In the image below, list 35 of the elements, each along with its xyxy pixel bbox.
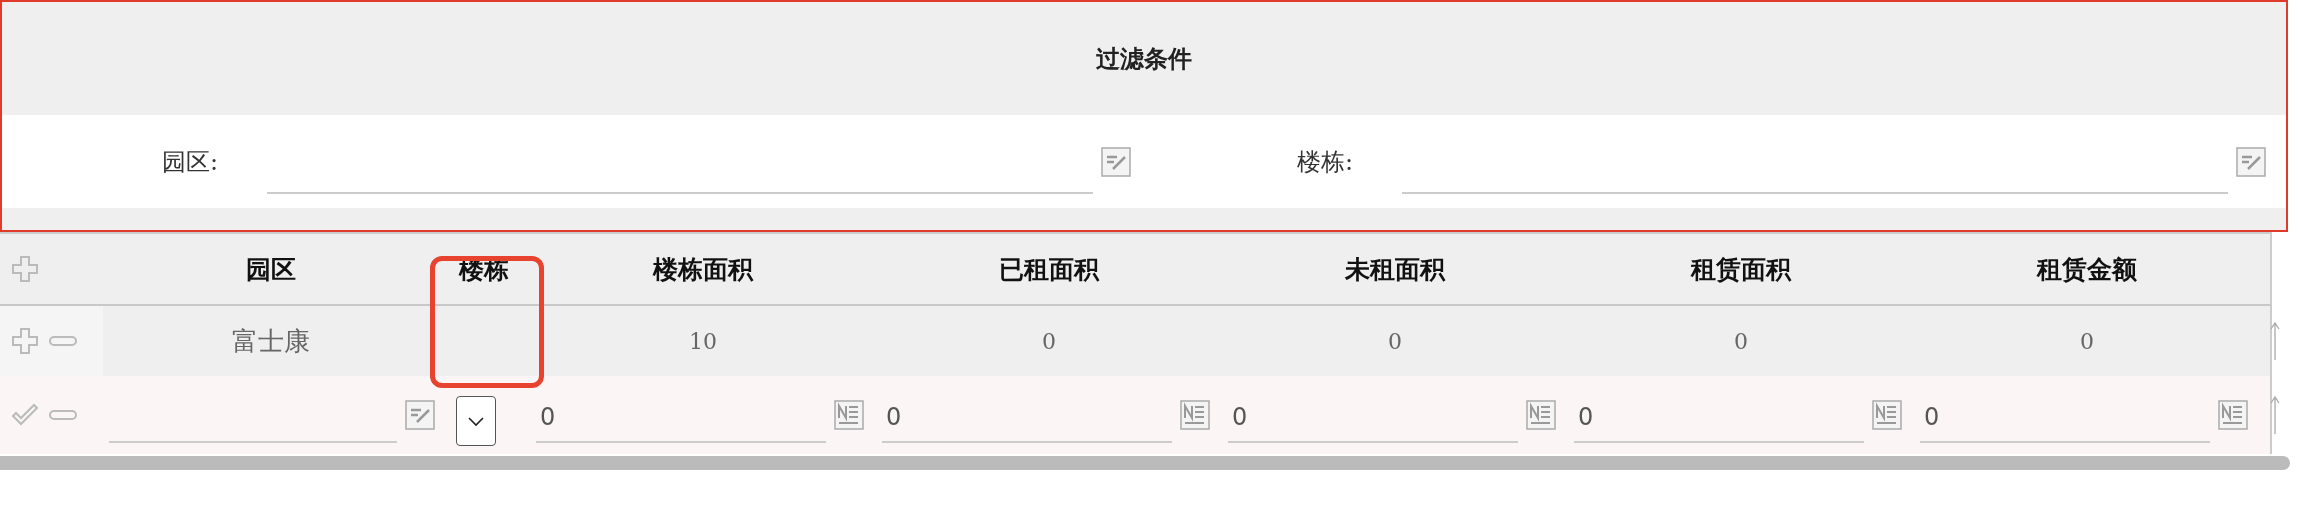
table-cell: 0	[1042, 328, 1056, 354]
edit-icon[interactable]	[2236, 146, 2266, 177]
edit-icon[interactable]	[1101, 146, 1131, 177]
table-cell: 0	[1734, 328, 1748, 354]
column-header[interactable]: 楼栋面积	[653, 252, 753, 286]
plus-icon[interactable]	[10, 254, 40, 284]
input-field[interactable]: 0	[1920, 403, 2210, 443]
column-header[interactable]: 已租面积	[999, 252, 1099, 286]
plus-icon[interactable]	[10, 326, 40, 356]
input-field[interactable]: 0	[1228, 403, 1518, 443]
arrow-up-icon	[2270, 395, 2280, 435]
dropdown[interactable]	[456, 396, 496, 446]
column-header[interactable]: 租赁金额	[2037, 252, 2137, 286]
number-icon[interactable]	[1526, 400, 1556, 430]
panel-title: 过滤条件	[1095, 42, 1193, 75]
input-field[interactable]: 0	[536, 403, 826, 443]
number-icon[interactable]	[1180, 400, 1210, 430]
arrow-up-icon	[2270, 321, 2280, 361]
table-cell: 0	[2080, 328, 2094, 354]
table-cell: 10	[689, 328, 717, 354]
number-icon[interactable]	[834, 400, 864, 430]
input-field[interactable]: 0	[1574, 403, 1864, 443]
column-header[interactable]: 租赁面积	[1691, 252, 1791, 286]
edit-icon[interactable]	[405, 400, 435, 430]
input-field[interactable]: 0	[882, 403, 1172, 443]
table-cell-text: 富士康	[231, 324, 310, 358]
field-label: 楼栋:	[1297, 146, 1355, 178]
field-label: 园区:	[162, 146, 220, 178]
column-header[interactable]: 园区	[245, 252, 296, 286]
table-cell: 0	[1388, 328, 1402, 354]
chevron-down-icon	[466, 415, 486, 427]
number-icon[interactable]	[2218, 400, 2248, 430]
column-header[interactable]: 未租面积	[1345, 252, 1445, 286]
number-icon[interactable]	[1872, 400, 1902, 430]
scrollbar[interactable]	[0, 456, 2290, 470]
